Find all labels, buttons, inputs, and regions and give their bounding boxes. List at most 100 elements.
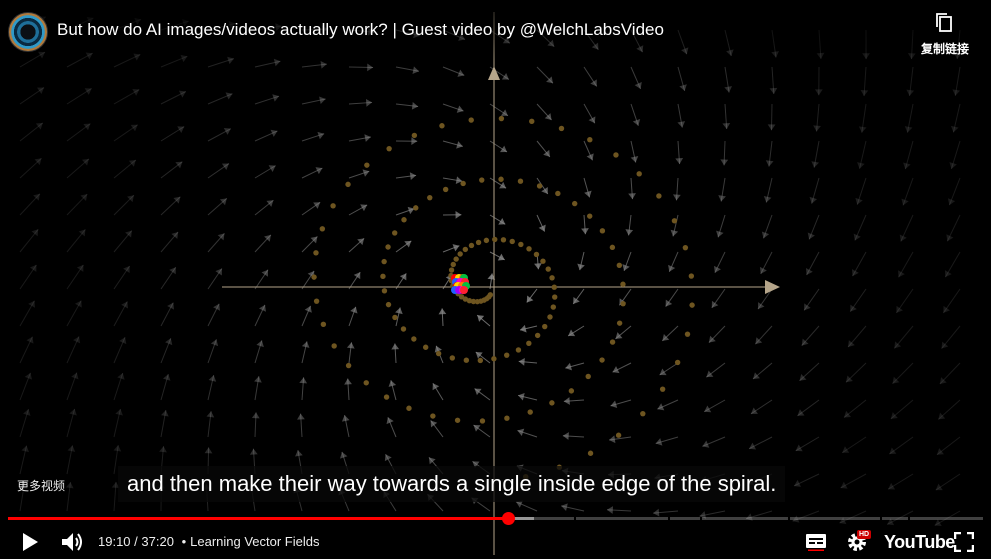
field-arrowhead xyxy=(83,123,91,131)
field-arrowhead xyxy=(113,445,122,452)
play-button[interactable] xyxy=(14,524,46,559)
spiral-point xyxy=(460,180,466,187)
field-arrowhead xyxy=(475,352,483,359)
spiral-point xyxy=(381,258,387,265)
spiral-point xyxy=(534,332,541,339)
chapter-segment[interactable] xyxy=(670,517,700,520)
field-arrowhead xyxy=(221,163,229,171)
spiral-point xyxy=(684,331,691,337)
field-arrowhead xyxy=(753,372,760,380)
spiral-point xyxy=(616,262,623,268)
chapter-segment[interactable] xyxy=(910,517,983,520)
video-title[interactable]: But how do AI images/videos actually wor… xyxy=(57,20,664,40)
spiral-point xyxy=(640,410,646,417)
copy-link-button[interactable]: 复制链接 xyxy=(913,10,977,60)
spiral-point xyxy=(527,409,533,415)
spiral-point xyxy=(616,320,623,326)
chapter-segment[interactable] xyxy=(576,517,668,520)
field-arrowhead xyxy=(541,187,548,195)
spiral-point xyxy=(533,251,540,258)
field-arrowhead xyxy=(251,412,260,419)
spiral-point xyxy=(613,152,619,158)
spiral-point xyxy=(380,273,386,280)
spiral-point xyxy=(386,145,392,152)
spiral-point xyxy=(500,237,507,243)
subtitles-button[interactable] xyxy=(801,524,831,559)
chapter-segment[interactable] xyxy=(790,517,880,520)
field-arrowhead xyxy=(844,410,852,418)
spiral-point xyxy=(462,246,469,253)
field-arrowhead xyxy=(520,324,527,333)
field-arrowhead xyxy=(894,341,902,349)
field-arrowhead xyxy=(890,412,898,419)
spiral-point xyxy=(401,217,407,223)
field-arrowhead xyxy=(563,397,570,405)
field-arrowhead xyxy=(128,159,136,167)
field-arrowhead xyxy=(568,329,576,337)
field-arrowhead xyxy=(518,393,525,401)
field-arrowhead xyxy=(177,126,185,133)
field-arrowhead xyxy=(562,432,569,440)
field-arrowhead xyxy=(344,378,352,385)
field-arrowhead xyxy=(474,388,482,396)
mute-button[interactable] xyxy=(56,524,88,559)
chapter-title[interactable]: Learning Vector Fields xyxy=(190,534,319,549)
field-arrowhead xyxy=(673,194,681,201)
field-arrowhead xyxy=(711,300,719,308)
field-arrowhead xyxy=(769,87,778,94)
spiral-point xyxy=(540,258,546,264)
youtube-logo[interactable]: YouTube xyxy=(884,532,955,553)
spiral-point xyxy=(498,176,504,182)
chapter-segment[interactable] xyxy=(702,517,788,520)
field-arrowhead xyxy=(84,88,92,95)
field-arrowhead xyxy=(428,457,436,465)
spiral-point xyxy=(585,373,591,380)
spiral-point xyxy=(477,357,484,364)
cluster-particle xyxy=(460,286,468,294)
spiral-point xyxy=(689,302,695,308)
spiral-point xyxy=(515,347,522,353)
field-arrowhead xyxy=(175,161,183,169)
field-arrowhead xyxy=(125,230,132,238)
spiral-point xyxy=(552,294,558,300)
fullscreen-button[interactable] xyxy=(950,524,978,559)
spiral-point xyxy=(448,267,455,273)
spiral-point xyxy=(483,237,490,244)
spiral-point xyxy=(620,300,626,307)
field-arrowhead xyxy=(906,89,915,96)
field-arrowhead xyxy=(857,162,865,169)
spiral-point xyxy=(406,405,412,411)
spiral-point xyxy=(504,352,510,358)
field-arrowhead xyxy=(409,172,417,180)
field-arrowhead xyxy=(473,425,481,432)
field-arrowhead xyxy=(204,447,213,454)
spiral-point xyxy=(330,203,336,209)
channel-avatar[interactable] xyxy=(8,12,48,52)
field-arrowhead xyxy=(295,450,303,457)
spiral-points xyxy=(311,115,695,480)
field-arrowhead xyxy=(724,86,733,93)
duration: 37:20 xyxy=(141,534,174,549)
chapter-segment[interactable] xyxy=(882,517,908,520)
spiral-point xyxy=(549,400,555,406)
field-arrowhead xyxy=(455,210,462,219)
field-arrowhead xyxy=(365,98,373,107)
field-arrowhead xyxy=(534,263,542,270)
spiral-point xyxy=(682,244,689,251)
spiral-point xyxy=(422,344,429,350)
spiral-point xyxy=(454,417,461,423)
field-arrowhead xyxy=(811,161,820,168)
field-arrowhead xyxy=(159,446,167,453)
spiral-point xyxy=(656,193,662,199)
spiral-point xyxy=(517,178,524,184)
field-arrowhead xyxy=(941,341,949,349)
spiral-point xyxy=(568,388,575,394)
field-arrowhead xyxy=(675,158,684,165)
spiral-point xyxy=(411,132,418,139)
more-videos-label[interactable]: 更多视频 xyxy=(17,477,65,494)
field-arrowhead xyxy=(123,265,130,273)
field-arrowhead xyxy=(581,228,589,235)
play-icon xyxy=(23,532,38,551)
field-arrowhead xyxy=(526,295,534,303)
progress-bar[interactable] xyxy=(8,512,983,525)
